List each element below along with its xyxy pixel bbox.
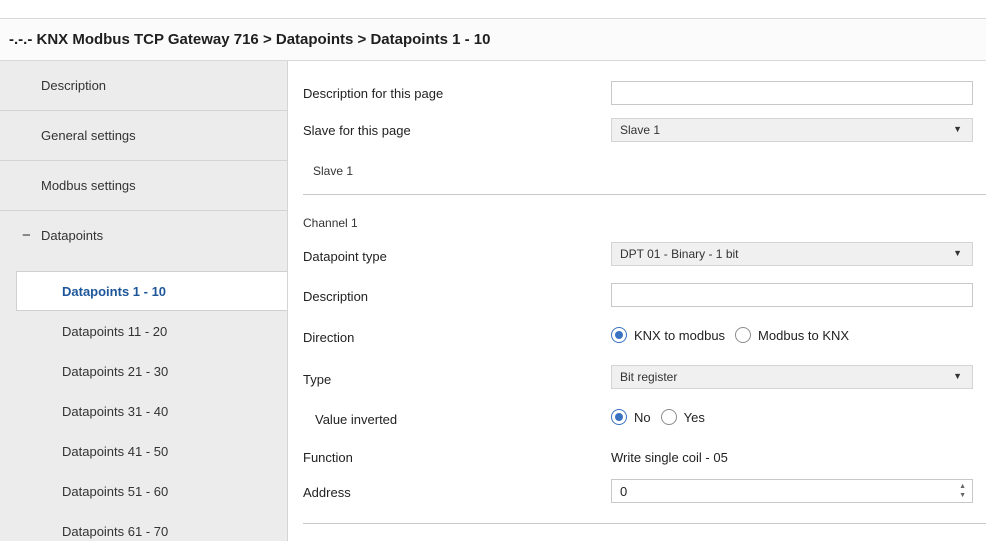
radio-label: KNX to modbus [634, 327, 726, 343]
datapoint-type-value: DPT 01 - Binary - 1 bit [620, 247, 739, 261]
radio-unchecked-icon [735, 327, 752, 343]
direction-modbus-to-knx-radio[interactable]: Modbus to KNX [735, 327, 849, 343]
value-inverted-label: Value inverted [315, 412, 398, 427]
sidebar-item-label: General settings [41, 128, 136, 143]
sidebar-item-label: Datapoints 61 - 70 [62, 524, 169, 539]
sidebar-item-label: Datapoints 21 - 30 [62, 364, 169, 379]
sidebar-item-label: Datapoints 1 - 10 [62, 284, 167, 299]
sidebar-item-label: Modbus settings [41, 178, 136, 193]
caret-down-icon: ▼ [953, 248, 962, 258]
slave-label: Slave for this page [303, 123, 411, 138]
channel-description-input[interactable] [611, 283, 973, 307]
collapse-minus-icon[interactable]: − [22, 227, 31, 244]
address-value: 0 [620, 484, 628, 499]
sidebar-item-datapoints[interactable]: − Datapoints [0, 211, 287, 261]
window-title-bar: -.-.- KNX Modbus TCP Gateway 716 > Datap… [0, 18, 986, 61]
sidebar-item-datapoints-41-50[interactable]: Datapoints 41 - 50 [0, 432, 287, 472]
radio-unchecked-icon [660, 409, 677, 425]
sidebar-item-label: Datapoints 11 - 20 [62, 324, 168, 339]
sidebar: Description General settings Modbus sett… [0, 61, 288, 541]
slave-subtext: Slave 1 [313, 164, 354, 178]
function-value: Write single coil - 05 [611, 450, 728, 465]
sidebar-item-label: Datapoints 31 - 40 [62, 404, 169, 419]
value-inverted-yes-radio[interactable]: Yes [660, 409, 705, 425]
sidebar-item-label: Datapoints [41, 228, 104, 243]
page-description-label: Description for this page [303, 86, 444, 101]
section-divider [303, 523, 986, 524]
radio-label: Yes [683, 409, 705, 425]
sidebar-item-label: Description [41, 78, 107, 93]
sidebar-item-label: Datapoints 41 - 50 [62, 444, 169, 459]
sidebar-item-datapoints-11-20[interactable]: Datapoints 11 - 20 [0, 312, 287, 352]
sidebar-item-datapoints-1-10[interactable]: Datapoints 1 - 10 [16, 271, 287, 311]
sidebar-item-general-settings[interactable]: General settings [0, 111, 287, 161]
sidebar-item-datapoints-51-60[interactable]: Datapoints 51 - 60 [0, 472, 287, 512]
page-description-input[interactable] [611, 81, 973, 105]
address-stepper[interactable]: 0 ▲ ▼ [611, 479, 973, 503]
radio-label: Modbus to KNX [758, 327, 850, 343]
value-inverted-radio-group: No Yes [611, 409, 715, 425]
datapoint-type-select[interactable]: DPT 01 - Binary - 1 bit ▼ [611, 242, 973, 266]
sidebar-item-datapoints-61-70[interactable]: Datapoints 61 - 70 [0, 512, 287, 541]
direction-radio-group: KNX to modbus Modbus to KNX [611, 327, 859, 343]
sidebar-item-label: Datapoints 51 - 60 [62, 484, 169, 499]
slave-select-value: Slave 1 [620, 123, 661, 137]
channel-description-label: Description [303, 289, 369, 304]
type-value: Bit register [620, 370, 678, 384]
radio-checked-icon [611, 327, 627, 343]
sidebar-item-datapoints-31-40[interactable]: Datapoints 31 - 40 [0, 392, 287, 432]
section-divider [303, 194, 986, 195]
radio-checked-icon [611, 409, 627, 425]
sidebar-item-modbus-settings[interactable]: Modbus settings [0, 161, 287, 211]
direction-knx-to-modbus-radio[interactable]: KNX to modbus [611, 327, 725, 343]
value-inverted-no-radio[interactable]: No [611, 409, 651, 425]
spinner-arrows-icon[interactable]: ▲ ▼ [959, 482, 966, 500]
slave-select[interactable]: Slave 1 ▼ [611, 118, 973, 142]
datapoint-type-label: Datapoint type [303, 249, 387, 264]
sidebar-item-description[interactable]: Description [0, 61, 287, 111]
address-label: Address [303, 485, 351, 500]
caret-down-icon: ▼ [953, 124, 962, 134]
channel-title: Channel 1 [303, 216, 358, 230]
radio-label: No [634, 409, 651, 425]
type-label: Type [303, 372, 332, 387]
sidebar-item-datapoints-21-30[interactable]: Datapoints 21 - 30 [0, 352, 287, 392]
caret-down-icon: ▼ [953, 371, 962, 381]
type-select[interactable]: Bit register ▼ [611, 365, 973, 389]
breadcrumb-title: -.-.- KNX Modbus TCP Gateway 716 > Datap… [9, 31, 491, 48]
function-label: Function [303, 450, 353, 465]
parameter-panel: Description for this page Slave for this… [289, 61, 986, 541]
direction-label: Direction [303, 330, 355, 345]
